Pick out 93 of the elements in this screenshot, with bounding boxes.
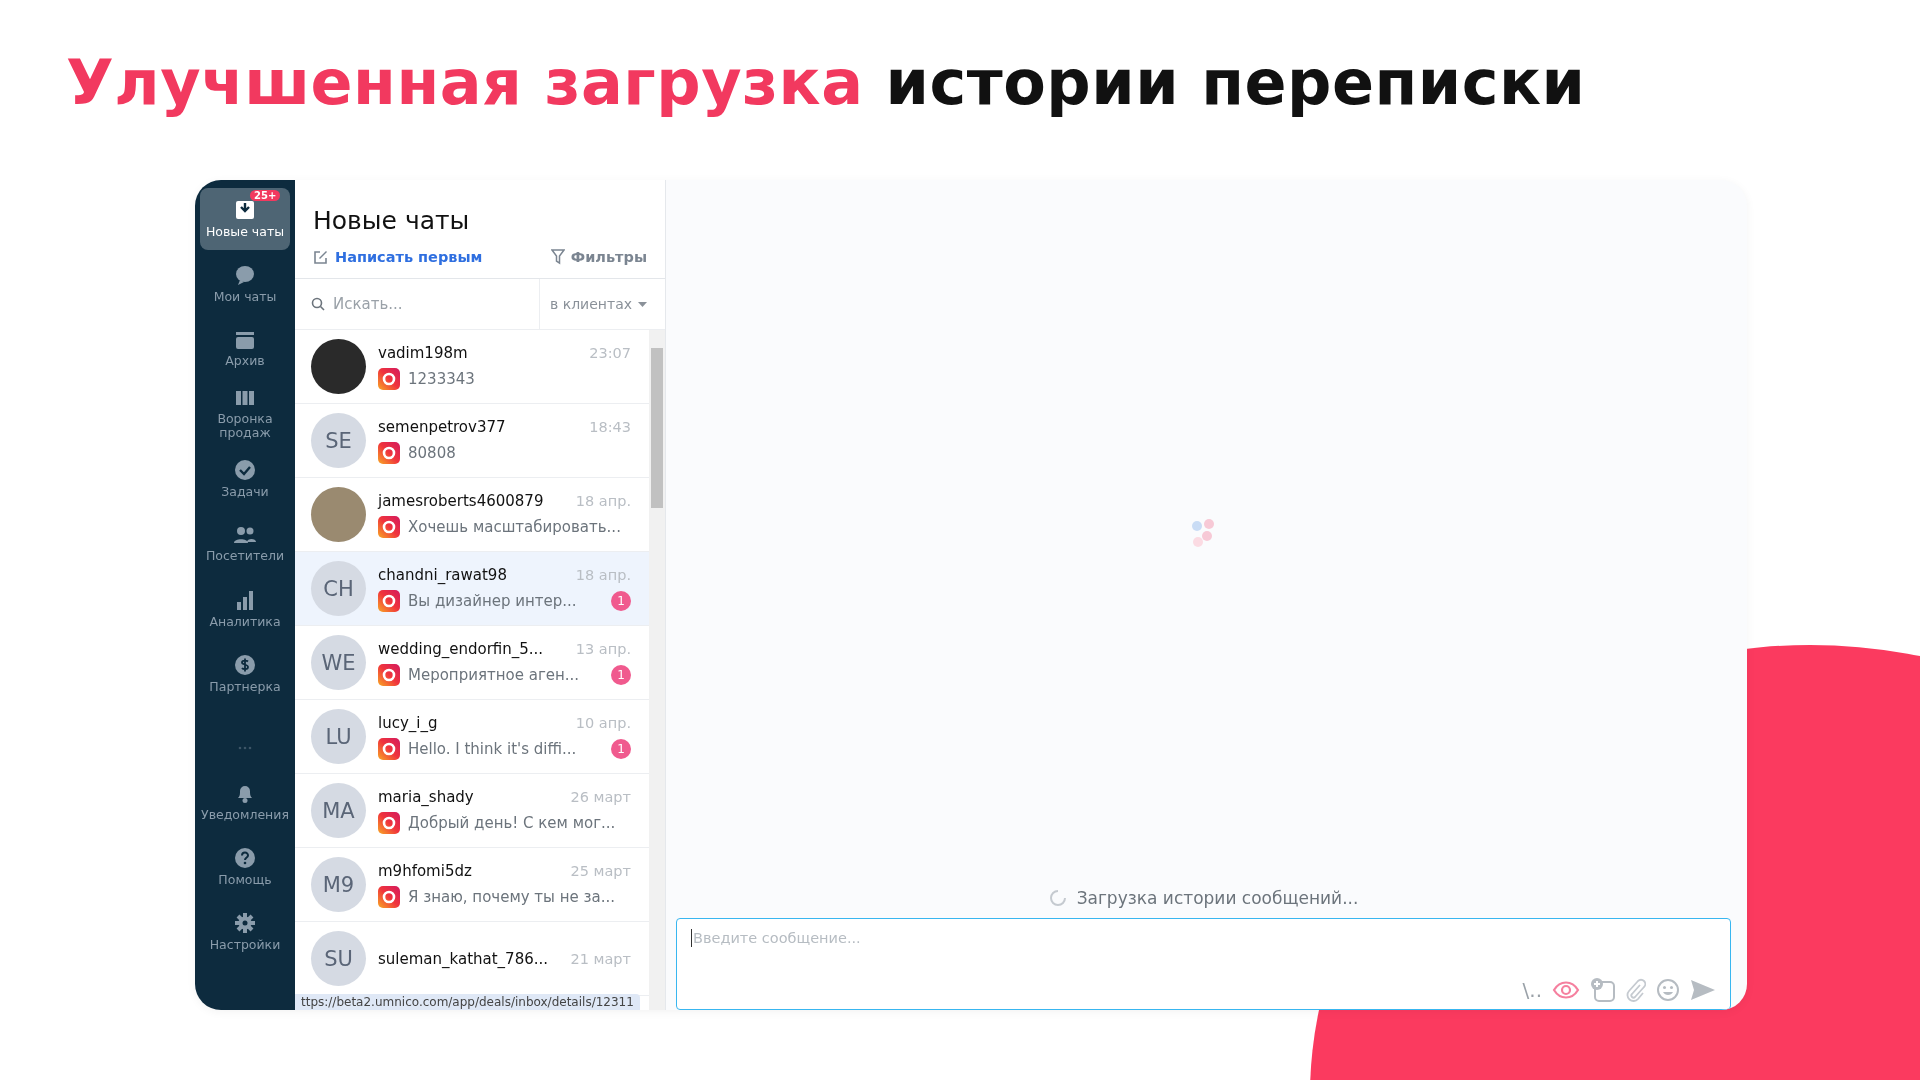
message-preview: Добрый день! С кем мог...: [408, 813, 617, 832]
camera-app-icon: [378, 515, 400, 538]
sidebar-item[interactable]: Задачи: [200, 448, 290, 510]
panel-title: Новые чаты: [313, 206, 471, 235]
contact-name: m9hfomi5dz: [378, 861, 473, 880]
sidebar-item[interactable]: Новые чаты 25+: [200, 188, 290, 250]
people-icon: [234, 525, 256, 546]
message-preview: Hello. I think it's diffi...: [408, 739, 578, 758]
chat-row[interactable]: M9 m9hfomi5dz 25 март Я знаю, почему ты не за...: [295, 848, 649, 922]
avatar: M9: [311, 857, 366, 912]
unread-badge: 1: [611, 738, 631, 759]
sidebar-item[interactable]: Воронка продаж: [200, 383, 290, 445]
filter-icon: [550, 249, 565, 265]
camera-app-icon: [378, 663, 400, 686]
avatar: CH: [311, 561, 366, 616]
camera-app-icon: [378, 811, 400, 834]
avatar: WE: [311, 635, 366, 690]
chat-row[interactable]: vadim198m 23:07 1233343: [295, 330, 649, 404]
status-url: ttps://beta2.umnico.com/app/deals/inbox/details/12311: [295, 994, 640, 1010]
camera-app-icon: [378, 589, 400, 612]
eye-icon[interactable]: [1552, 980, 1580, 1000]
spinner-icon: [1048, 889, 1067, 907]
search-icon: [311, 297, 325, 311]
avatar: SE: [311, 413, 366, 468]
message-preview: Мероприятное аген...: [408, 665, 581, 684]
message-time: 13 апр.: [575, 640, 631, 657]
loading-text: Загрузка истории сообщений...: [1076, 888, 1359, 908]
contact-name: lucy_i_g: [378, 713, 439, 732]
sticker-add-icon[interactable]: [1590, 977, 1616, 1003]
sidebar-item[interactable]: Уведомления: [200, 771, 290, 833]
sidebar-item[interactable]: Посетители: [200, 513, 290, 575]
camera-app-icon: [378, 367, 400, 390]
sidebar-item[interactable]: Партнерка: [200, 643, 290, 705]
dollar-coin-icon: [234, 654, 256, 677]
unread-badge: 1: [611, 590, 631, 611]
contact-name: maria_shady: [378, 787, 475, 806]
camera-app-icon: [378, 441, 400, 464]
archive-icon: [234, 330, 256, 351]
contact-name: suleman_kathat_786...: [378, 949, 550, 968]
sidebar-item[interactable]: Аналитика: [200, 578, 290, 640]
paperclip-icon[interactable]: [1626, 978, 1646, 1002]
contact-name: wedding_endorfin_5...: [378, 639, 545, 658]
caret-icon: [638, 301, 647, 307]
contact-name: vadim198m: [378, 343, 469, 362]
message-preview: Хочешь масштабировать...: [408, 517, 622, 536]
scrollbar[interactable]: [649, 330, 665, 1010]
sidebar-item[interactable]: Настройки: [200, 901, 290, 963]
contact-name: chandni_rawat98: [378, 565, 508, 584]
more-dots-icon[interactable]: [238, 746, 252, 750]
avatar: MA: [311, 783, 366, 838]
message-time: 21 март: [570, 950, 631, 967]
unread-badge: 1: [611, 664, 631, 685]
sidebar-item[interactable]: Мои чаты: [200, 253, 290, 315]
chat-row[interactable]: MA maria_shady 26 март Добрый день! С кем мог...: [295, 774, 649, 848]
filters-button[interactable]: Фильтры: [550, 249, 647, 265]
avatar: SU: [311, 931, 366, 986]
message-time: 25 март: [570, 862, 631, 879]
scope-dropdown[interactable]: в клиентах: [540, 279, 665, 329]
sidebar-item[interactable]: Помощь: [200, 836, 290, 898]
photo-placeholder: [311, 487, 366, 542]
chat-row[interactable]: CH chandni_rawat98 18 апр. Вы дизайнер интер... 1: [295, 552, 649, 626]
message-preview: 1233343: [408, 369, 476, 388]
headline: Улучшенная загрузка истории переписки: [65, 45, 1587, 119]
sidebar-item[interactable]: Архив: [200, 318, 290, 380]
inbox-icon: [234, 199, 256, 222]
settings-icon: [234, 912, 256, 935]
bar-chart-icon: [234, 589, 256, 612]
edit-icon: [313, 249, 329, 265]
message-time: 18 апр.: [575, 492, 631, 509]
message-preview: 80808: [408, 443, 457, 462]
help-icon: [234, 847, 256, 870]
chat-row[interactable]: WE wedding_endorfin_5... 13 апр. Мероприятное аген... 1: [295, 626, 649, 700]
smiley-icon[interactable]: [1656, 978, 1680, 1002]
write-first-link[interactable]: Написать первым: [313, 249, 483, 265]
message-time: 10 апр.: [575, 714, 631, 731]
chat-bubble-icon: [234, 264, 256, 287]
message-time: 18 апр.: [575, 566, 631, 583]
count-badge: 25+: [250, 190, 281, 201]
send-icon[interactable]: [1690, 979, 1716, 1001]
camera-app-icon: [378, 737, 400, 760]
message-time: 23:07: [589, 344, 631, 361]
chat-row[interactable]: SE semenpetrov377 18:43 80808: [295, 404, 649, 478]
camera-app-icon: [378, 885, 400, 908]
avatar: LU: [311, 709, 366, 764]
message-preview: Вы дизайнер интер...: [408, 591, 578, 610]
photo-placeholder: [311, 339, 366, 394]
chat-row[interactable]: LU lucy_i_g 10 апр. Hello. I think it's diffi... 1: [295, 700, 649, 774]
check-circle-icon: [234, 459, 256, 482]
message-preview: Я знаю, почему ты не за...: [408, 887, 616, 906]
contact-name: semenpetrov377: [378, 417, 507, 436]
contact-name: jamesroberts4600879: [378, 491, 545, 510]
message-time: 18:43: [589, 418, 631, 435]
message-time: 26 март: [570, 788, 631, 805]
